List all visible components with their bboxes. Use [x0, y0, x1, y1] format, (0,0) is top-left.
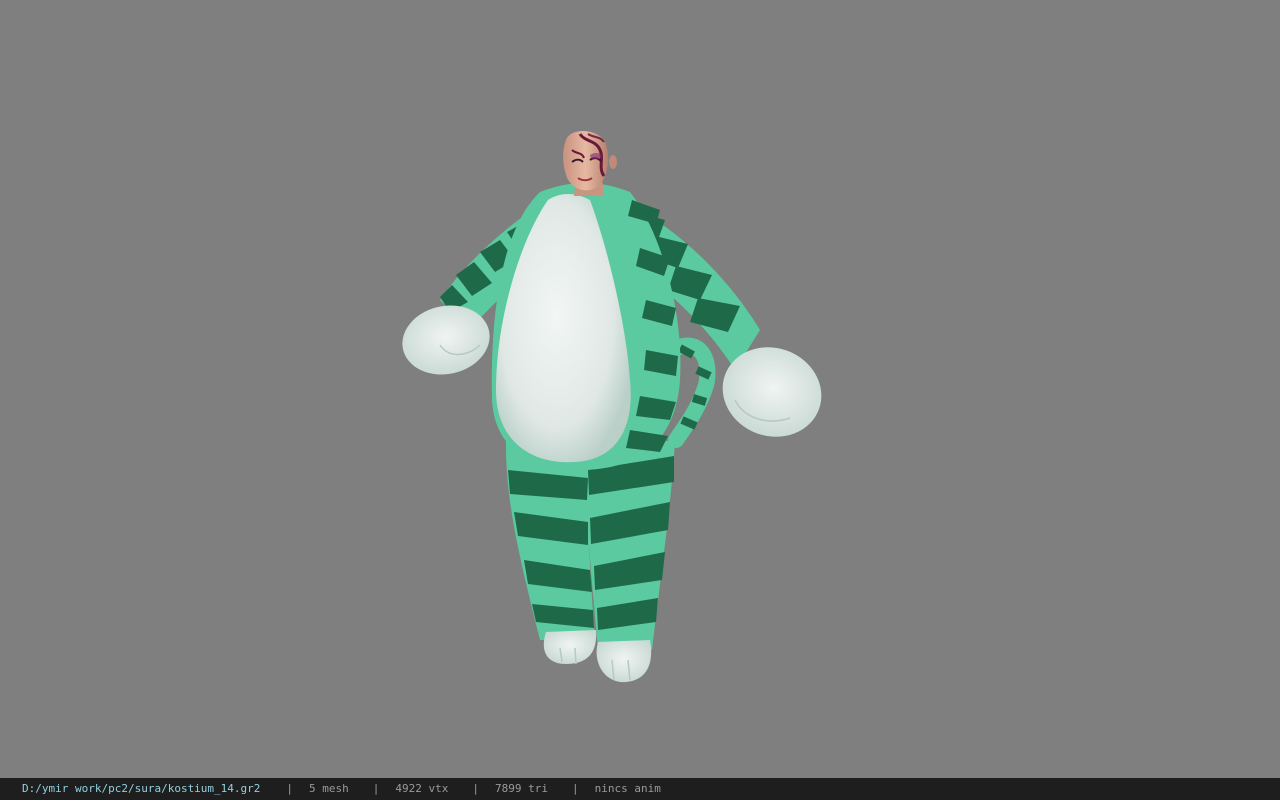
legs — [505, 440, 675, 650]
mesh-count: 5 mesh — [309, 782, 349, 795]
status-bar: D:/ymir work/pc2/sura/kostium_14.gr2 | 5… — [0, 778, 1280, 800]
separator: | — [572, 782, 579, 795]
separator: | — [286, 782, 294, 795]
separator: | — [372, 782, 380, 795]
3d-viewport[interactable] — [0, 0, 1280, 778]
file-path: D:/ymir work/pc2/sura/kostium_14.gr2 — [22, 782, 261, 795]
animation-status: nincs anim — [594, 782, 661, 795]
separator: | — [472, 782, 480, 795]
character-model[interactable] — [0, 0, 1280, 778]
vertex-count: 4922 vtx — [395, 782, 449, 795]
triangle-count: 7899 tri — [495, 782, 549, 795]
